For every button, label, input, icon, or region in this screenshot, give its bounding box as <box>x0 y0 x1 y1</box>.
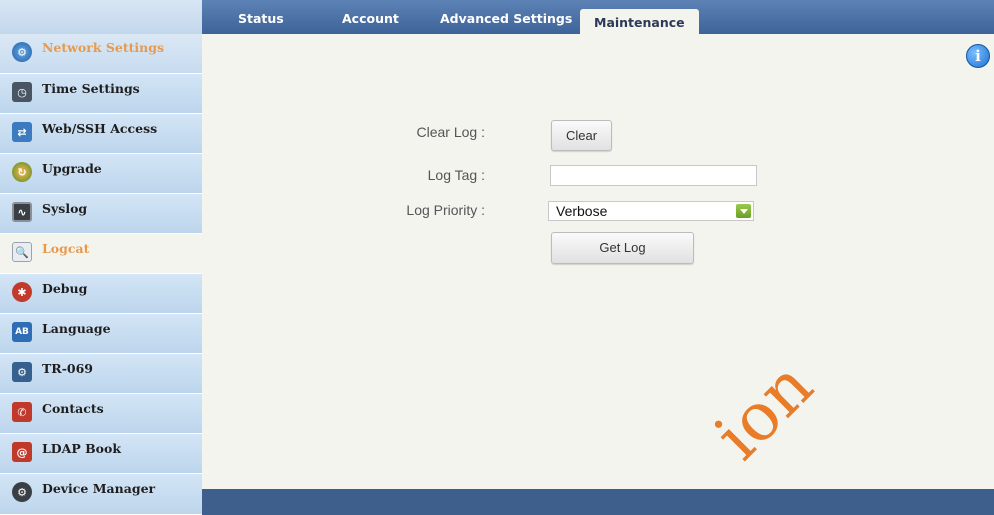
sidebar-item-label: Web/SSH Access <box>42 121 158 136</box>
upgrade-icon: ↻ <box>12 162 32 182</box>
sidebar-item-label: Network Settings <box>42 40 164 55</box>
top-nav-bar: Status Account Advanced Settings Mainten… <box>0 0 994 35</box>
sidebar-item-contacts[interactable]: ✆ Contacts <box>0 394 202 434</box>
web-access-icon: ⇄ <box>12 122 32 142</box>
log-tag-input[interactable] <box>550 165 757 186</box>
log-priority-label: Log Priority : <box>406 202 485 218</box>
sidebar-item-network-settings[interactable]: ⚙ Network Settings <box>0 34 202 74</box>
sidebar-item-language[interactable]: AB Language <box>0 314 202 354</box>
get-log-button[interactable]: Get Log <box>551 232 694 264</box>
network-icon: ⚙ <box>12 42 32 62</box>
sidebar-item-tr069[interactable]: ⚙ TR-069 <box>0 354 202 394</box>
sidebar-item-debug[interactable]: ✱ Debug <box>0 274 202 314</box>
sidebar-item-label: Device Manager <box>42 481 156 496</box>
tab-account[interactable]: Account <box>338 9 403 34</box>
debug-icon: ✱ <box>12 282 32 302</box>
tab-advanced-settings[interactable]: Advanced Settings <box>436 9 576 34</box>
sidebar-item-label: Time Settings <box>42 81 140 96</box>
tr069-icon: ⚙ <box>12 362 32 382</box>
contacts-icon: ✆ <box>12 402 32 422</box>
clear-button[interactable]: Clear <box>551 120 612 151</box>
sidebar-item-ldap-book[interactable]: @ LDAP Book <box>0 434 202 474</box>
sidebar-item-label: Upgrade <box>42 161 102 176</box>
time-icon: ◷ <box>12 82 32 102</box>
log-tag-label: Log Tag : <box>427 167 485 183</box>
sidebar-item-time-settings[interactable]: ◷ Time Settings <box>0 74 202 114</box>
chevron-down-icon[interactable] <box>736 204 751 218</box>
sidebar-item-web-ssh-access[interactable]: ⇄ Web/SSH Access <box>0 114 202 154</box>
log-priority-select[interactable]: Verbose <box>548 201 754 221</box>
sidebar-item-upgrade[interactable]: ↻ Upgrade <box>0 154 202 194</box>
sidebar-item-label: LDAP Book <box>42 441 121 456</box>
top-nav-left-strip <box>0 0 202 34</box>
sidebar-item-label: Language <box>42 321 111 336</box>
language-icon: AB <box>12 322 32 342</box>
sidebar-item-label: Debug <box>42 281 88 296</box>
info-icon[interactable]: i <box>966 44 990 68</box>
footer-bar <box>202 489 994 515</box>
sidebar-item-label: Syslog <box>42 201 88 216</box>
sidebar-item-device-manager[interactable]: ⚙ Device Manager <box>0 474 202 515</box>
ldap-icon: @ <box>12 442 32 462</box>
sidebar: ⚙ Network Settings ◷ Time Settings ⇄ Web… <box>0 34 202 515</box>
sidebar-item-syslog[interactable]: ∿ Syslog <box>0 194 202 234</box>
clear-log-label: Clear Log : <box>416 124 485 140</box>
tab-maintenance[interactable]: Maintenance <box>580 9 699 35</box>
sidebar-item-label: Logcat <box>42 241 90 256</box>
sidebar-item-label: TR-069 <box>42 361 93 376</box>
device-manager-icon: ⚙ <box>12 482 32 502</box>
sidebar-item-label: Contacts <box>42 401 104 416</box>
sidebar-item-logcat[interactable]: 🔍 Logcat <box>0 234 202 274</box>
logcat-icon: 🔍 <box>12 242 32 262</box>
tab-status[interactable]: Status <box>234 9 288 34</box>
syslog-icon: ∿ <box>12 202 32 222</box>
log-priority-value: Verbose <box>556 203 608 219</box>
